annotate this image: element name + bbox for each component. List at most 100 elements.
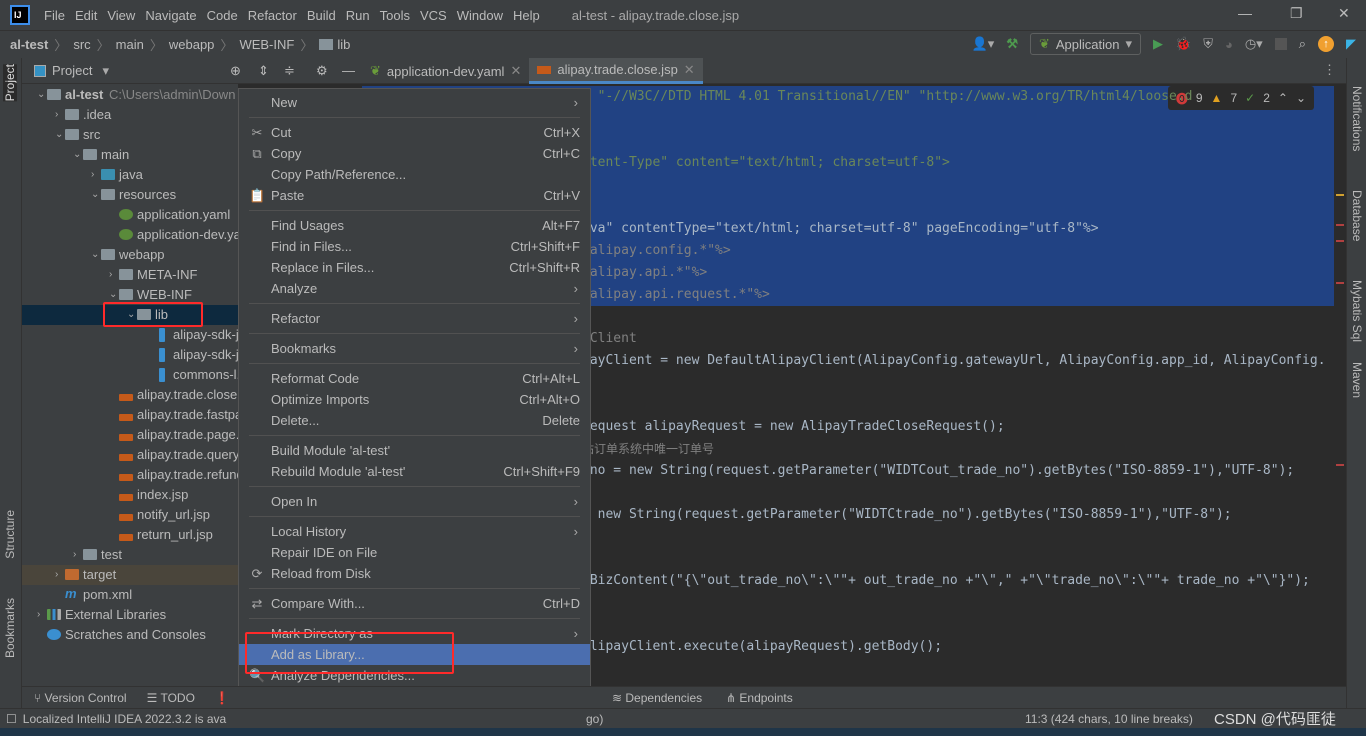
plugin-logo-icon[interactable]: ◤ xyxy=(1346,36,1356,52)
previous-highlight-icon[interactable]: ⌃ xyxy=(1278,91,1288,105)
version-control-tool-button[interactable]: ⑂ Version Control xyxy=(34,691,127,705)
debug-icon[interactable]: 🐞 xyxy=(1175,36,1191,52)
menu-item-bookmarks[interactable]: Bookmarks › xyxy=(239,338,590,359)
tab-application-dev-yaml[interactable]: ❦ application-dev.yaml ✕ xyxy=(362,58,529,84)
close-tab-icon[interactable]: ✕ xyxy=(510,63,521,79)
collapse-all-icon[interactable]: ≑ xyxy=(284,63,295,79)
tree-item[interactable]: notify_url.jsp xyxy=(22,505,238,525)
status-toggle-icon[interactable]: ☐ xyxy=(6,712,17,726)
tree-item[interactable]: commons-l... xyxy=(22,365,238,385)
tab-alipay-trade-close-jsp[interactable]: alipay.trade.close.jsp ✕ xyxy=(529,58,703,84)
error-marker[interactable] xyxy=(1336,282,1344,284)
menu-tools[interactable]: Tools xyxy=(380,8,410,23)
coverage-icon[interactable]: ⛨ xyxy=(1203,36,1213,52)
breadcrumb-item[interactable]: WEB-INF xyxy=(239,37,294,52)
tree-item[interactable]: ⌄ main xyxy=(22,145,238,165)
menu-item-copy-path-reference[interactable]: Copy Path/Reference... xyxy=(239,164,590,185)
tree-item[interactable]: m pom.xml xyxy=(22,585,238,605)
menu-item-delete[interactable]: Delete... Delete xyxy=(239,410,590,431)
project-view-select[interactable]: Project xyxy=(52,63,92,78)
chevron-down-icon[interactable]: ▾ xyxy=(102,63,109,79)
chevron-right-icon[interactable]: › xyxy=(109,265,112,285)
tree-item[interactable]: alipay-sdk-java... xyxy=(22,325,238,345)
menu-item-local-history[interactable]: Local History › xyxy=(239,521,590,542)
chevron-down-icon[interactable]: ⌄ xyxy=(37,85,45,105)
endpoints-tool-button[interactable]: ⋔ Endpoints xyxy=(726,691,793,705)
tree-item[interactable]: application.yaml xyxy=(22,205,238,225)
run-icon[interactable]: ▶ xyxy=(1153,36,1163,52)
maximize-icon[interactable]: ❐ xyxy=(1290,5,1303,22)
menu-item-find-in-files[interactable]: Find in Files... Ctrl+Shift+F xyxy=(239,236,590,257)
tree-item[interactable]: alipay.trade.fastpay... xyxy=(22,405,238,425)
more-run-icon[interactable]: ◷▾ xyxy=(1245,36,1263,52)
chevron-right-icon[interactable]: › xyxy=(91,165,94,185)
menu-item-rebuild-module-al-test[interactable]: Rebuild Module 'al-test' Ctrl+Shift+F9 xyxy=(239,461,590,482)
chevron-right-icon[interactable]: › xyxy=(37,605,40,625)
error-marker[interactable] xyxy=(1336,224,1344,226)
error-marker[interactable] xyxy=(1336,464,1344,466)
update-icon[interactable]: ↑ xyxy=(1318,36,1334,52)
database-tool-button[interactable]: Database xyxy=(1350,190,1364,241)
menu-item-find-usages[interactable]: Find Usages Alt+F7 xyxy=(239,215,590,236)
hide-icon[interactable]: — xyxy=(342,63,355,78)
tree-item[interactable]: alipay.trade.close.jsp xyxy=(22,385,238,405)
menu-item-analyze[interactable]: Analyze › xyxy=(239,278,590,299)
tree-item[interactable]: ⌄ webapp xyxy=(22,245,238,265)
project-tool-button[interactable]: Project xyxy=(3,64,17,102)
build-hammer-icon[interactable]: ⚒ xyxy=(1006,36,1018,52)
menu-vcs[interactable]: VCS xyxy=(420,8,447,23)
dependencies-tool-button[interactable]: ≋ Dependencies xyxy=(612,691,702,705)
menu-build[interactable]: Build xyxy=(307,8,336,23)
menu-edit[interactable]: Edit xyxy=(75,8,97,23)
status-message[interactable]: Localized IntelliJ IDEA 2022.3.2 is ava xyxy=(23,712,226,726)
menu-item-optimize-imports[interactable]: Optimize Imports Ctrl+Alt+O xyxy=(239,389,590,410)
tree-item[interactable]: ⌄ resources xyxy=(22,185,238,205)
tree-item[interactable]: › External Libraries xyxy=(22,605,238,625)
menu-item-open-in[interactable]: Open In › xyxy=(239,491,590,512)
gear-icon[interactable]: ⚙ xyxy=(316,63,328,79)
minimize-icon[interactable]: — xyxy=(1238,5,1252,21)
close-tab-icon[interactable]: ✕ xyxy=(684,62,695,78)
stop-icon[interactable] xyxy=(1274,38,1287,50)
menu-item-cut[interactable]: ✂ Cut Ctrl+X xyxy=(239,122,590,143)
tree-item[interactable]: Scratches and Consoles xyxy=(22,625,238,645)
tree-item[interactable]: ⌄ src xyxy=(22,125,238,145)
menu-help[interactable]: Help xyxy=(513,8,540,23)
chevron-right-icon[interactable]: › xyxy=(55,105,58,125)
menu-item-paste[interactable]: 📋 Paste Ctrl+V xyxy=(239,185,590,206)
structure-tool-button[interactable]: Structure xyxy=(3,510,17,559)
tree-item[interactable]: alipay-sdk-java... xyxy=(22,345,238,365)
tree-item[interactable]: › META-INF xyxy=(22,265,238,285)
breadcrumb-item[interactable]: al-test xyxy=(10,37,48,52)
tree-item[interactable]: alipay.trade.query... xyxy=(22,445,238,465)
chevron-down-icon[interactable]: ⌄ xyxy=(55,125,63,145)
tree-item[interactable]: › target xyxy=(22,565,238,585)
maven-tool-button[interactable]: Maven xyxy=(1350,362,1364,398)
chevron-right-icon[interactable]: › xyxy=(73,545,76,565)
error-marker[interactable] xyxy=(1336,240,1344,242)
breadcrumb-item[interactable]: lib xyxy=(337,37,350,52)
tree-item[interactable]: › java xyxy=(22,165,238,185)
more-tabs-icon[interactable]: ⋮ xyxy=(1323,62,1336,78)
chevron-down-icon[interactable]: ⌄ xyxy=(91,245,99,265)
locate-icon[interactable]: ⊕ xyxy=(230,63,241,79)
close-icon[interactable]: ✕ xyxy=(1338,5,1350,22)
menu-file[interactable]: File xyxy=(44,8,65,23)
mybatis-tool-button[interactable]: Mybatis Sql xyxy=(1350,280,1364,342)
menu-item-build-module-al-test[interactable]: Build Module 'al-test' xyxy=(239,440,590,461)
menu-item-refactor[interactable]: Refactor › xyxy=(239,308,590,329)
tree-item[interactable]: alipay.trade.page... xyxy=(22,425,238,445)
chevron-down-icon[interactable]: ⌄ xyxy=(91,185,99,205)
menu-refactor[interactable]: Refactor xyxy=(248,8,297,23)
run-configuration-select[interactable]: ❦ Application ▾ xyxy=(1029,33,1142,55)
bookmarks-tool-button[interactable]: Bookmarks xyxy=(3,598,17,658)
tree-item[interactable]: › .idea xyxy=(22,105,238,125)
menu-item-copy[interactable]: ⧉ Copy Ctrl+C xyxy=(239,143,590,164)
todo-tool-button[interactable]: ☰ TODO xyxy=(147,691,195,705)
caret-position[interactable]: 11:3 (424 chars, 10 line breaks) xyxy=(1025,712,1193,726)
tree-item[interactable]: return_url.jsp xyxy=(22,525,238,545)
tree-item[interactable]: › test xyxy=(22,545,238,565)
user-icon[interactable]: 👤▾ xyxy=(972,36,995,52)
problems-icon[interactable]: ❗ xyxy=(215,691,230,705)
menu-item-repair-ide-on-file[interactable]: Repair IDE on File xyxy=(239,542,590,563)
